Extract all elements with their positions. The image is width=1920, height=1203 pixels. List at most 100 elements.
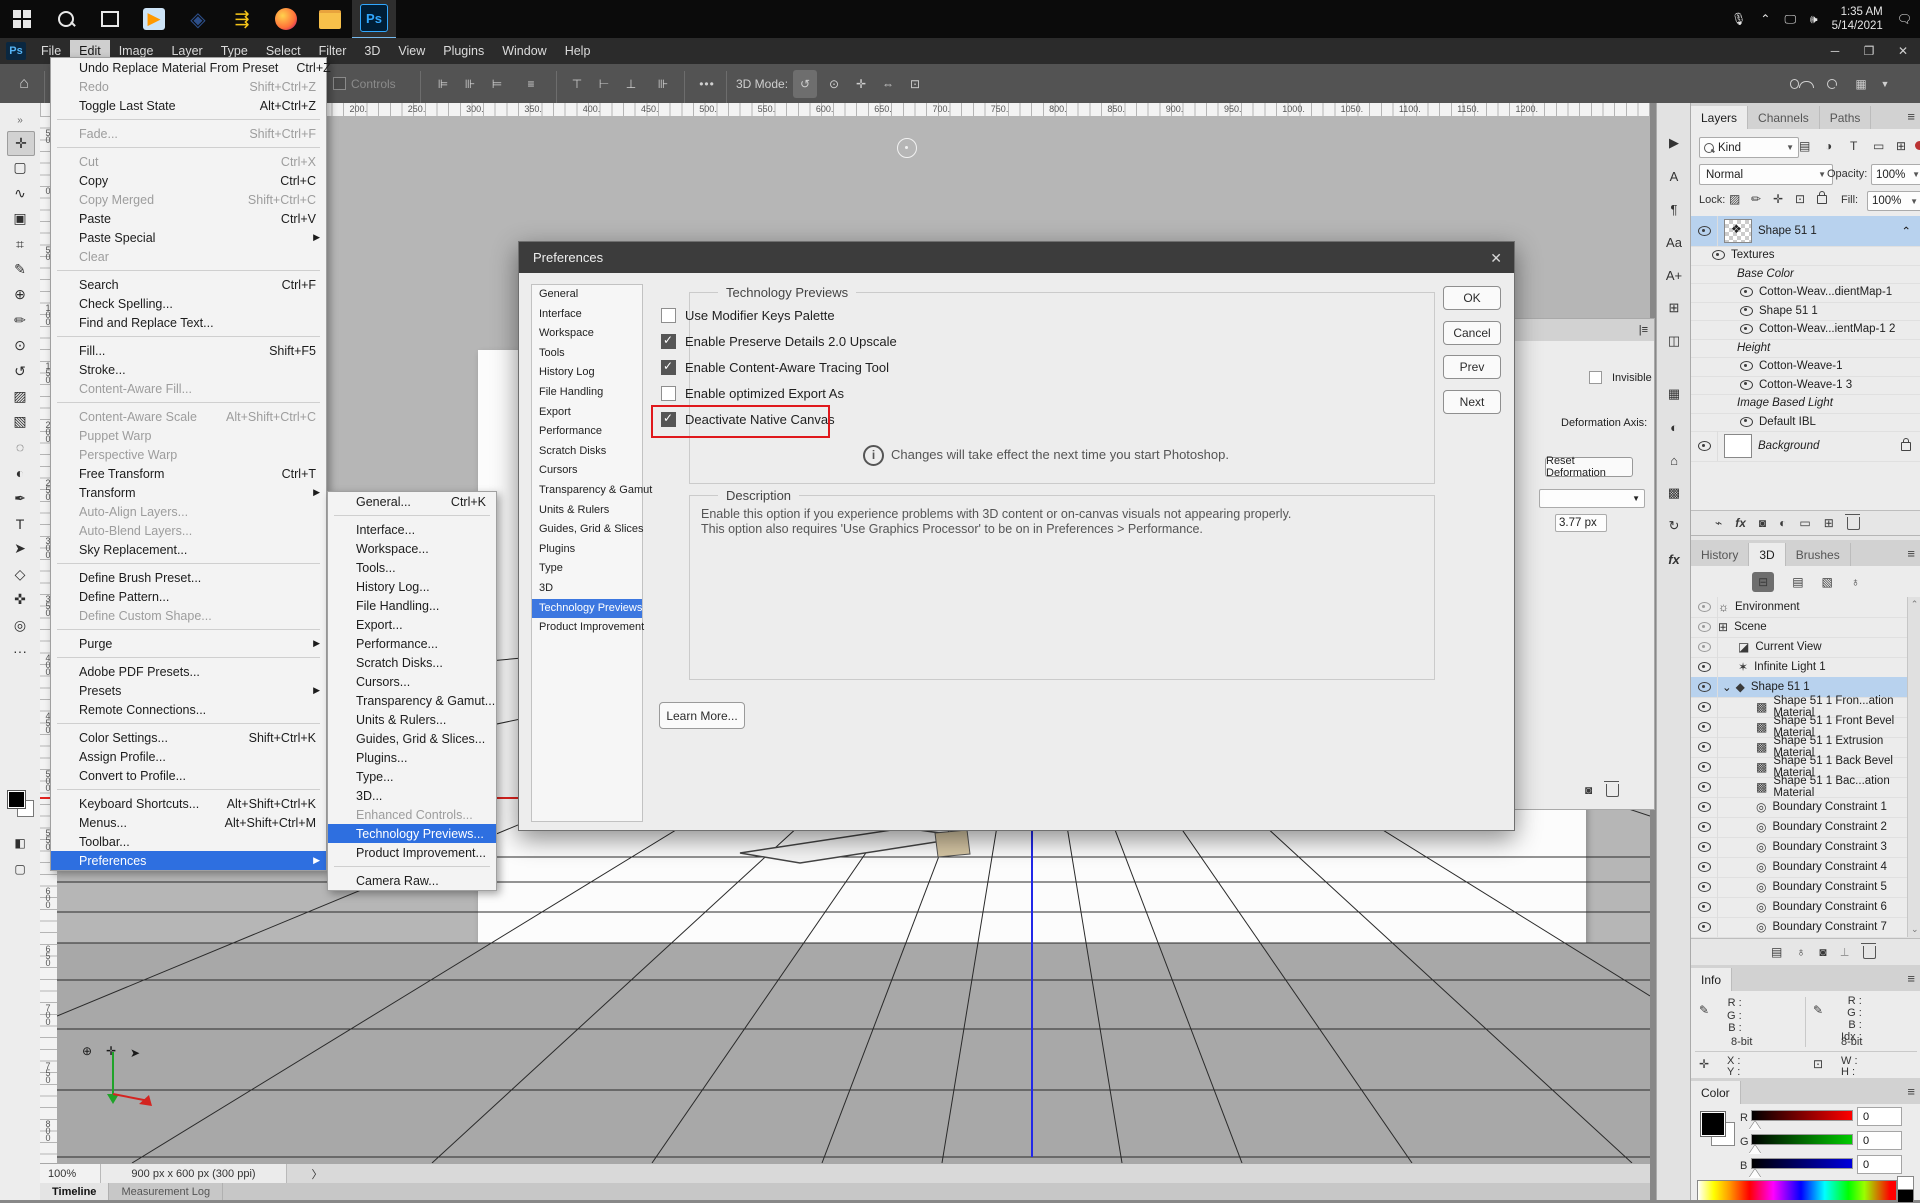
layer-row[interactable]: Shape 51 1 xyxy=(1691,302,1920,322)
layer-row[interactable]: ❖Shape 51 1⌃ xyxy=(1691,216,1920,247)
type-tool[interactable]: T xyxy=(7,512,33,535)
invisible-checkbox[interactable]: Invisible xyxy=(1589,371,1652,384)
menu-item-cut[interactable]: CutCtrl+X xyxy=(51,152,326,171)
screen-mode-icon[interactable]: ▢ xyxy=(7,857,33,880)
menu-item-fill[interactable]: Fill...Shift+F5 xyxy=(51,341,326,360)
deformation-dropdown[interactable]: ▼ xyxy=(1539,489,1645,508)
lock-paint-icon[interactable]: ✏ xyxy=(1751,192,1761,206)
menu-item-guides-grid-slices[interactable]: Guides, Grid & Slices... xyxy=(328,729,496,748)
lock-artboard-icon[interactable]: ⊡ xyxy=(1795,192,1805,206)
firefox-icon[interactable] xyxy=(264,0,308,38)
menu-window[interactable]: Window xyxy=(493,40,555,62)
menu-item-check-spelling[interactable]: Check Spelling... xyxy=(51,294,326,313)
menu-item-keyboard-shortcuts[interactable]: Keyboard Shortcuts...Alt+Shift+Ctrl+K xyxy=(51,794,326,813)
menu-view[interactable]: View xyxy=(389,40,434,62)
panel-menu-icon[interactable]: ≡ xyxy=(1907,1084,1915,1099)
align-middle-icon[interactable]: ⊢ xyxy=(593,64,615,103)
3d-light-widget[interactable] xyxy=(897,138,917,158)
visibility-toggle[interactable] xyxy=(1691,617,1718,637)
collapse-tools-icon[interactable]: » xyxy=(7,109,33,132)
checkbox-enable-optimized-export-as[interactable]: Enable optimized Export As xyxy=(661,386,844,401)
more-options-icon[interactable]: ••• xyxy=(694,64,720,103)
tab-paths[interactable]: Paths xyxy=(1820,106,1872,129)
opacity-field[interactable]: 100%▼ xyxy=(1871,164,1920,185)
white-swatch[interactable] xyxy=(1897,1176,1914,1190)
checkbox-box[interactable] xyxy=(661,308,676,323)
menu-item-preferences[interactable]: Preferences▶ xyxy=(51,851,326,870)
adjustments-panel-icon[interactable]: ▦ xyxy=(1657,382,1691,406)
learn-more-button[interactable]: Learn More... xyxy=(659,702,745,729)
new-light-icon[interactable]: ♁ xyxy=(1796,945,1805,959)
panel-menu-icon[interactable]: ≡ xyxy=(1907,546,1915,561)
character-styles-panel-icon[interactable]: A+ xyxy=(1657,263,1691,287)
visibility-toggle[interactable] xyxy=(1691,697,1718,717)
align-left-icon[interactable]: ⊫ xyxy=(432,64,454,103)
layer-row[interactable]: Cotton-Weav...ientMap-1 2 xyxy=(1691,320,1920,340)
ok-button[interactable]: OK xyxy=(1443,286,1501,310)
status-chevron-icon[interactable]: 〉 xyxy=(287,1164,347,1184)
visibility-toggle[interactable] xyxy=(1691,657,1718,677)
visibility-toggle[interactable] xyxy=(1691,757,1718,777)
clone-source-panel-icon[interactable]: ⊞ xyxy=(1657,296,1691,320)
menu-item-cursors[interactable]: Cursors... xyxy=(328,672,496,691)
menu-item-undo-replace-material-from-preset[interactable]: Undo Replace Material From PresetCtrl+Z xyxy=(51,58,326,77)
paragraph-panel-icon[interactable]: ¶ xyxy=(1657,197,1691,221)
visibility-toggle[interactable] xyxy=(1691,302,1759,321)
menu-item-assign-profile[interactable]: Assign Profile... xyxy=(51,747,326,766)
search-icon[interactable] xyxy=(44,0,88,38)
layer-row[interactable]: Cotton-Weav...dientMap-1 xyxy=(1691,283,1920,303)
menu-item-clear[interactable]: Clear xyxy=(51,247,326,266)
rotate-view-panel-icon[interactable]: ↻ xyxy=(1657,514,1691,538)
render-3d-icon[interactable]: ◙ xyxy=(1819,945,1826,959)
filter-toggle-icon[interactable] xyxy=(1915,141,1920,150)
dialog-title-bar[interactable]: Preferences ✕ xyxy=(519,242,1514,273)
dialog-close-icon[interactable]: ✕ xyxy=(1490,250,1502,267)
start-button-icon[interactable] xyxy=(0,0,44,38)
delete-3d-icon[interactable] xyxy=(1863,946,1876,959)
menu-item-tools[interactable]: Tools... xyxy=(328,558,496,577)
layer-row[interactable]: Height xyxy=(1691,339,1920,359)
close-button[interactable]: ✕ xyxy=(1886,38,1920,64)
object-selection-tool[interactable]: ▣ xyxy=(7,207,33,230)
workspace-switcher-icon[interactable]: ▦ xyxy=(1849,64,1873,103)
layer-row[interactable]: Textures xyxy=(1691,246,1920,266)
next-button[interactable]: Next xyxy=(1443,390,1501,414)
virtualbox-icon[interactable]: ◈ xyxy=(176,0,220,38)
menu-item-plugins[interactable]: Plugins... xyxy=(328,748,496,767)
blend-mode-dropdown[interactable]: Normal▼ xyxy=(1699,164,1833,185)
3d-row[interactable]: ✶Infinite Light 1 xyxy=(1691,657,1920,678)
tab-info[interactable]: Info xyxy=(1691,968,1732,991)
align-bottom-icon[interactable]: ⊥ xyxy=(620,64,642,103)
glyphs-panel-icon[interactable]: Aa xyxy=(1657,230,1691,254)
menu-item-paste-special[interactable]: Paste Special▶ xyxy=(51,228,326,247)
menu-item-history-log[interactable]: History Log... xyxy=(328,577,496,596)
lock-position-icon[interactable]: ✛ xyxy=(1773,192,1783,206)
layer-effects-icon[interactable]: fx xyxy=(1735,516,1746,530)
prefs-sidebar-workspace[interactable]: Workspace xyxy=(532,324,642,344)
shape-tool[interactable]: ◇ xyxy=(7,563,33,586)
layer-row[interactable]: Default IBL xyxy=(1691,413,1920,433)
menu-item-color-settings[interactable]: Color Settings...Shift+Ctrl+K xyxy=(51,728,326,747)
visibility-toggle[interactable] xyxy=(1691,677,1718,697)
layer-row[interactable]: Image Based Light xyxy=(1691,394,1920,414)
align-right-icon[interactable]: ⊨ xyxy=(486,64,508,103)
menu-item-define-custom-shape[interactable]: Define Custom Shape... xyxy=(51,606,326,625)
prev-button[interactable]: Prev xyxy=(1443,355,1501,379)
share-user-icon[interactable] xyxy=(1790,64,1814,103)
file-explorer-icon[interactable] xyxy=(308,0,352,38)
menu-item-perspective-warp[interactable]: Perspective Warp xyxy=(51,445,326,464)
task-view-icon[interactable] xyxy=(88,0,132,38)
lock-transparency-icon[interactable]: ▨ xyxy=(1729,192,1740,206)
color-swatches[interactable] xyxy=(1701,1112,1745,1156)
menu-item-interface[interactable]: Interface... xyxy=(328,520,496,539)
visibility-toggle[interactable] xyxy=(1691,777,1718,797)
visibility-toggle[interactable] xyxy=(1691,413,1759,432)
hand-tool[interactable]: ✜ xyxy=(7,588,33,611)
visibility-toggle[interactable] xyxy=(1691,817,1718,837)
filter-adjustment-layers-icon[interactable]: ◑ xyxy=(1825,139,1832,153)
layer-row[interactable]: Cotton-Weave-1 xyxy=(1691,357,1920,377)
distribute-icon[interactable]: ≡ xyxy=(520,64,542,103)
healing-brush-tool[interactable]: ⊕ xyxy=(7,283,33,306)
r-value-field[interactable]: 0 xyxy=(1857,1107,1902,1126)
prefs-sidebar-history-log[interactable]: History Log xyxy=(532,363,642,383)
